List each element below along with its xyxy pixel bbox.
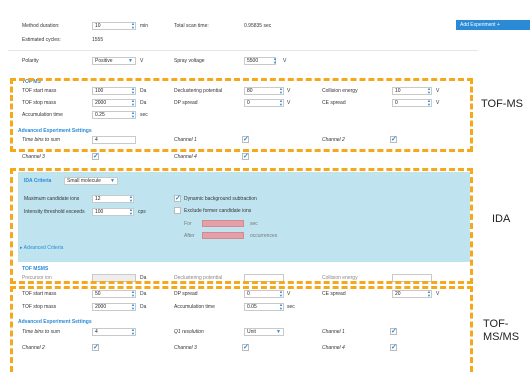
add-experiment-button[interactable]: Add Experiment + [456, 20, 530, 30]
channel-4-checkbox[interactable] [242, 152, 249, 160]
spray-voltage-spinner[interactable]: ▲ ▼ [272, 57, 278, 65]
channel-3-checkbox[interactable] [92, 152, 99, 160]
tofms-annotation-box [10, 78, 473, 152]
estimated-cycles-value: 1555 [92, 37, 104, 43]
ida-annotation: IDA [492, 213, 511, 225]
method-duration-unit: min [140, 23, 149, 29]
plus-icon: + [496, 22, 500, 28]
divider [8, 50, 478, 51]
channel-3-label: Channel 3 [22, 154, 45, 160]
spray-voltage-label: Spray voltage [174, 58, 205, 64]
tofms-annotation: TOF-MS [481, 98, 523, 110]
tofmsms-annotation-line2: MS/MS [483, 331, 520, 343]
tofmsms-annotation-line1: TOF- [483, 318, 509, 330]
chevron-down-icon: ▼ [128, 58, 133, 64]
method-duration-label: Method duration: [22, 23, 60, 29]
spray-voltage-unit: V [283, 58, 287, 64]
method-duration-spinner[interactable]: ▲ ▼ [130, 22, 136, 30]
add-experiment-label: Add Experiment [460, 22, 496, 28]
total-scan-time-label: Total scan time: [174, 23, 209, 29]
ida-annotation-box [10, 168, 473, 284]
polarity-value: Positive [95, 58, 113, 64]
top-settings: Method duration: 10 ▲ ▼ min Total scan ti… [0, 0, 530, 80]
channel-4-label: Channel 4 [174, 154, 197, 160]
polarity-label: Polarity [22, 58, 39, 64]
polarity-select[interactable]: Positive ▼ [92, 57, 136, 65]
estimated-cycles-label: Estimated cycles: [22, 37, 61, 43]
tofmsms-annotation-box [10, 286, 473, 372]
total-scan-time-value: 0.95835 sec [244, 23, 272, 29]
polarity-unit: V [140, 58, 144, 64]
